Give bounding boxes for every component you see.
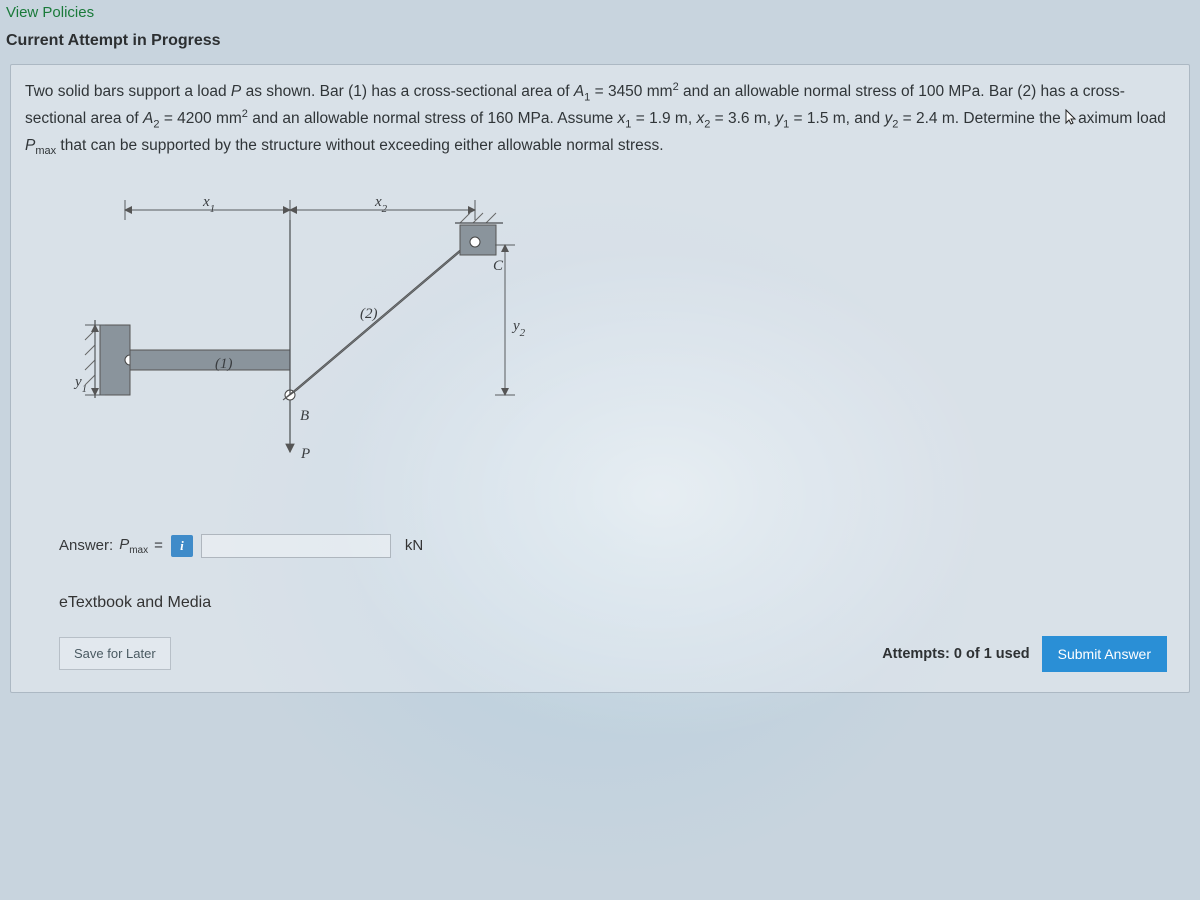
var-A2: A (143, 110, 153, 127)
svg-text:x2: x2 (374, 194, 388, 215)
svg-text:y2: y2 (511, 318, 526, 339)
info-button[interactable]: i (171, 535, 193, 557)
question-card: Two solid bars support a load P as shown… (10, 64, 1190, 693)
answer-label: Answer: (59, 537, 113, 554)
var-x2-val: = 3.6 m, (710, 110, 775, 127)
var-y1-val: = 1.5 m, and (789, 110, 884, 127)
var-A1: A (574, 83, 584, 100)
view-policies-link[interactable]: View Policies (6, 4, 94, 21)
answer-row: Answer: Pmax = i kN (59, 534, 1175, 558)
svg-text:(2): (2) (360, 306, 378, 322)
save-for-later-button[interactable]: Save for Later (59, 637, 171, 670)
submit-answer-button[interactable]: Submit Answer (1042, 636, 1167, 672)
etextbook-media-link[interactable]: eTextbook and Media (59, 594, 211, 612)
cursor-icon (1065, 109, 1077, 133)
svg-text:B: B (300, 408, 309, 424)
answer-equals: = (154, 537, 163, 554)
var-y1: y (775, 110, 783, 127)
qtext-1: Two solid bars support a load (25, 83, 231, 100)
question-text: Two solid bars support a load P as shown… (25, 79, 1175, 160)
qtext-4: and an allowable normal stress of 160 MP… (248, 110, 618, 127)
svg-text:y1: y1 (73, 374, 87, 395)
svg-text:C: C (493, 258, 504, 274)
answer-symbol: Pmax (119, 536, 148, 556)
qtext-2: as shown. Bar (1) has a cross-sectional … (241, 83, 574, 100)
qtext-5: . Determine the (955, 110, 1065, 127)
footer-row: Save for Later Attempts: 0 of 1 used Sub… (59, 636, 1175, 672)
var-A2-val: = 4200 mm (160, 110, 242, 127)
var-x1-val: = 1.9 m, (631, 110, 696, 127)
svg-text:P: P (300, 446, 310, 462)
svg-text:x1: x1 (202, 194, 215, 215)
var-P: P (231, 83, 241, 100)
svg-text:(1): (1) (215, 356, 233, 372)
problem-diagram: x1 x2 A y1 (1) B (55, 190, 555, 510)
var-A1-val: = 3450 mm (590, 83, 672, 100)
var-Pmax-sub: max (35, 145, 56, 157)
answer-input[interactable] (201, 534, 391, 558)
qtext-6: aximum load (1078, 110, 1166, 127)
var-Pmax: P (25, 137, 35, 154)
answer-unit: kN (405, 537, 423, 554)
attempt-status: Current Attempt in Progress (0, 24, 1200, 64)
var-y2-val: = 2.4 m (898, 110, 954, 127)
qtext-7: that can be supported by the structure w… (56, 137, 663, 154)
attempts-text: Attempts: 0 of 1 used (882, 646, 1029, 662)
